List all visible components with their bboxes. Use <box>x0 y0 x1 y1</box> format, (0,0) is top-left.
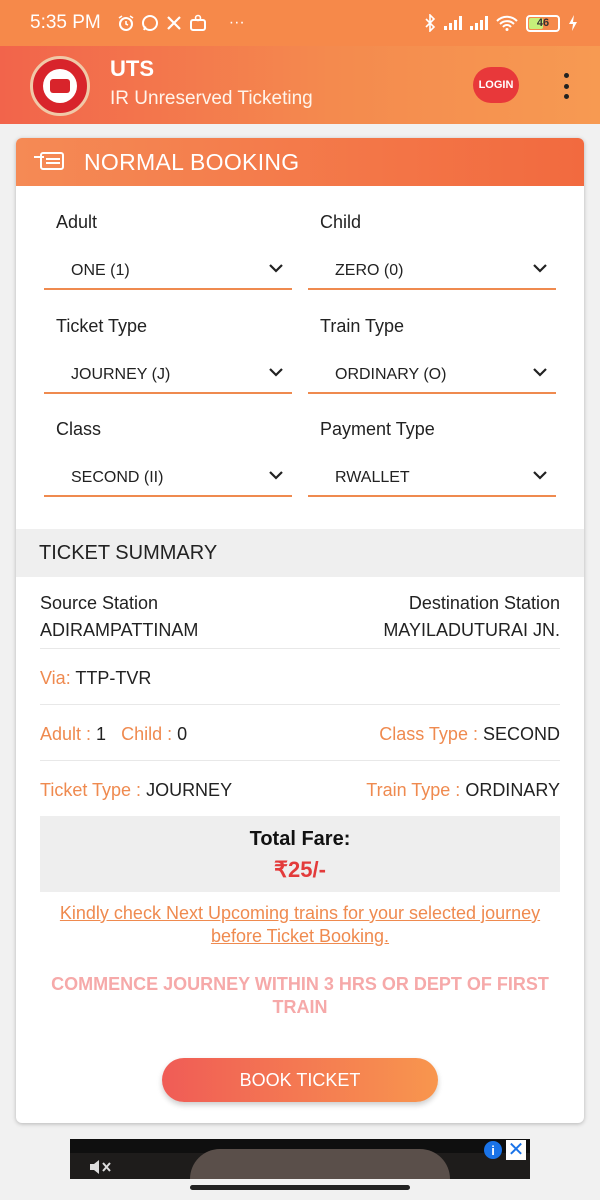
divider <box>40 648 560 649</box>
train-type-row: Train Type : ORDINARY <box>366 780 560 801</box>
passenger-count-row: Adult : 1 Child : 0 <box>40 724 187 745</box>
class-type-value: SECOND <box>482 724 560 744</box>
adult-count-label: Adult : <box>40 724 92 744</box>
ticket-type-row: Ticket Type : JOURNEY <box>40 780 232 801</box>
upcoming-trains-link[interactable]: Kindly check Next Upcoming trains for yo… <box>40 902 560 948</box>
ticket-type-field: Ticket Type JOURNEY (J) <box>44 304 292 394</box>
app-subtitle: IR Unreserved Ticketing <box>110 88 313 109</box>
ticket-type-value: JOURNEY (J) <box>71 366 171 383</box>
divider <box>40 704 560 705</box>
more-notifications: ··· <box>228 14 245 31</box>
status-bar: 5:35 PM ··· 46 <box>0 0 600 46</box>
total-fare-box: Total Fare: ₹25/- <box>40 816 560 892</box>
total-fare-value: ₹25/- <box>274 857 326 882</box>
payment-type-field: Payment Type RWALLET <box>308 407 556 497</box>
chevron-down-icon <box>269 471 283 480</box>
battery-level: 46 <box>536 17 550 29</box>
summary-train-type-label: Train Type : <box>366 780 461 800</box>
train-type-field: Train Type ORDINARY (O) <box>308 304 556 394</box>
via-row: Via: TTP-TVR <box>40 668 151 689</box>
class-dropdown[interactable]: SECOND (II) <box>44 457 292 497</box>
more-options-icon[interactable] <box>558 70 574 102</box>
ticket-summary-header: TICKET SUMMARY <box>16 529 584 577</box>
ticket-type-label: Ticket Type <box>56 316 148 336</box>
class-label: Class <box>56 419 102 439</box>
payment-type-value: RWALLET <box>335 469 410 486</box>
child-count-value: 0 <box>177 724 188 744</box>
ad-info-icon[interactable]: i <box>484 1141 502 1159</box>
class-type-row: Class Type : SECOND <box>379 724 560 745</box>
ad-close-icon[interactable]: ✕ <box>506 1140 526 1160</box>
destination-station-value: MAYILADUTURAI JN. <box>383 620 560 640</box>
payment-type-label: Payment Type <box>320 419 435 439</box>
class-type-label: Class Type : <box>379 724 478 744</box>
source-station-label: Source Station <box>40 593 159 613</box>
payment-type-dropdown[interactable]: RWALLET <box>308 457 556 497</box>
journey-notice: COMMENCE JOURNEY WITHIN 3 HRS OR DEPT OF… <box>51 974 549 1017</box>
summary-ticket-type-label: Ticket Type : <box>40 780 142 800</box>
adult-value: ONE (1) <box>71 262 130 279</box>
indian-railways-logo <box>30 56 90 116</box>
total-fare-label: Total Fare: <box>249 828 351 850</box>
child-dropdown[interactable]: ZERO (0) <box>308 250 556 290</box>
adult-dropdown[interactable]: ONE (1) <box>44 250 292 290</box>
child-field: Child ZERO (0) <box>308 200 556 290</box>
card-header: NORMAL BOOKING <box>16 138 584 186</box>
adult-field: Adult ONE (1) <box>44 200 292 290</box>
app-bar: UTS IR Unreserved Ticketing LOGIN <box>0 46 600 124</box>
destination-station-label: Destination Station <box>408 593 560 613</box>
train-type-label: Train Type <box>320 316 405 336</box>
home-indicator[interactable] <box>190 1185 410 1190</box>
class-value: SECOND (II) <box>71 469 164 486</box>
via-label: Via: <box>40 668 71 688</box>
login-button[interactable]: LOGIN <box>473 67 519 103</box>
train-type-value: ORDINARY (O) <box>335 366 447 383</box>
chevron-down-icon <box>269 368 283 377</box>
card-title: NORMAL BOOKING <box>84 148 300 175</box>
child-value: ZERO (0) <box>335 262 404 279</box>
battery-icon: 46 <box>526 14 560 32</box>
chevron-down-icon <box>533 264 547 273</box>
summary-ticket-type-value: JOURNEY <box>146 780 233 800</box>
summary-train-type-value: ORDINARY <box>465 780 560 800</box>
via-value: TTP-TVR <box>75 668 152 688</box>
signal-strength-2-icon <box>470 16 488 30</box>
alarm-icon <box>118 15 134 31</box>
source-station-value: ADIRAMPATTINAM <box>40 620 199 640</box>
normal-booking-card: NORMAL BOOKING Adult ONE (1) Child ZERO … <box>16 138 584 1123</box>
chevron-down-icon <box>533 471 547 480</box>
book-ticket-button[interactable]: BOOK TICKET <box>162 1058 438 1102</box>
whatsapp-icon <box>141 15 158 31</box>
mute-icon[interactable] <box>88 1157 112 1177</box>
bluetooth-icon <box>425 14 436 32</box>
child-count-label: Child : <box>121 724 173 744</box>
adult-label: Adult <box>56 212 98 232</box>
divider <box>40 760 560 761</box>
status-time: 5:35 PM <box>30 12 101 33</box>
ticket-icon <box>34 152 64 172</box>
adult-count-value: 1 <box>96 724 107 744</box>
train-type-dropdown[interactable]: ORDINARY (O) <box>308 354 556 394</box>
wifi-icon <box>496 15 518 31</box>
ticket-type-dropdown[interactable]: JOURNEY (J) <box>44 354 292 394</box>
signal-strength-icon <box>444 16 462 30</box>
charging-icon <box>569 15 577 31</box>
child-label: Child <box>320 212 362 232</box>
app-title: UTS <box>110 56 154 81</box>
ad-banner[interactable] <box>70 1139 530 1179</box>
x-icon <box>166 16 181 30</box>
chevron-down-icon <box>269 264 283 273</box>
chevron-down-icon <box>533 368 547 377</box>
inbox-icon <box>189 14 206 31</box>
class-field: Class SECOND (II) <box>44 407 292 497</box>
